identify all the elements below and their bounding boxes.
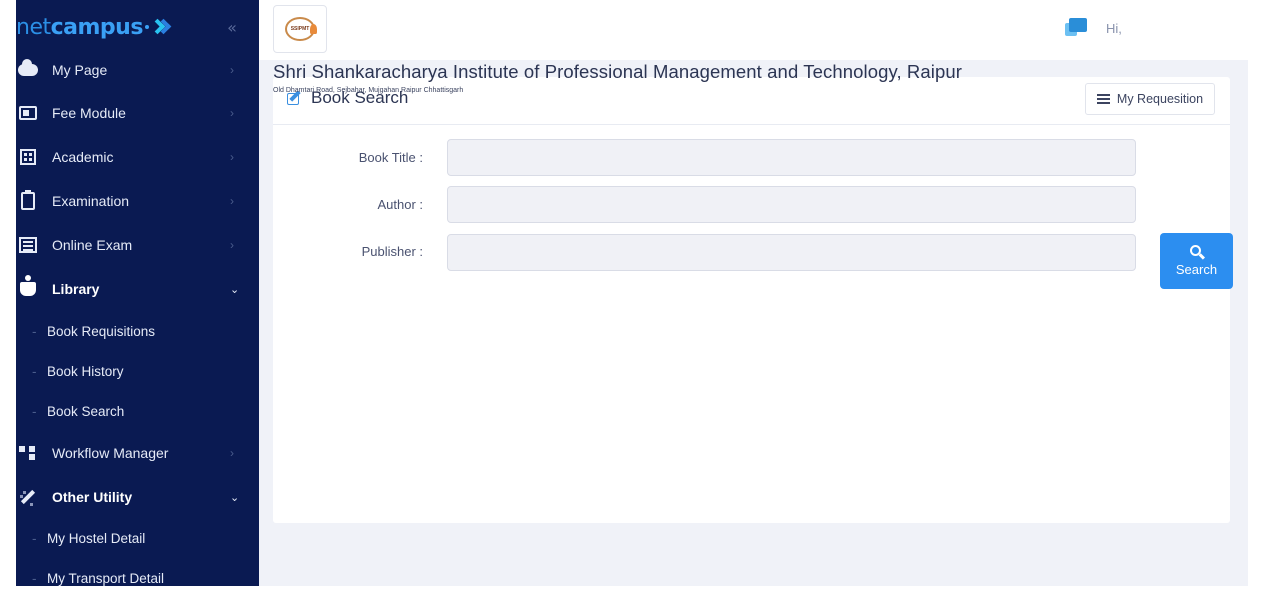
publisher-label: Publisher : — [361, 244, 423, 259]
sidebar-item-label: Online Exam — [52, 237, 133, 253]
sidebar-subitem-label: My Transport Detail — [47, 570, 165, 586]
search-button[interactable]: Search — [1160, 233, 1233, 289]
user-screen-icon[interactable] — [1065, 18, 1089, 40]
user-greeting[interactable]: Hi, — [1106, 21, 1122, 36]
search-button-label: Search — [1175, 262, 1218, 277]
chevron-right-icon: › — [230, 150, 234, 164]
sub-dash: - — [32, 363, 37, 379]
chevron-right-icon: › — [230, 446, 234, 460]
sub-dash: - — [32, 570, 37, 586]
institute-logo[interactable]: SSIPMT — [273, 5, 327, 53]
author-input[interactable] — [447, 186, 1136, 223]
sidebar-item-examination[interactable]: Examination › — [16, 181, 259, 221]
workflow-icon — [18, 443, 38, 463]
sidebar-subitem-book-search[interactable]: - Book Search — [16, 393, 259, 429]
chevron-right-icon: › — [230, 194, 234, 208]
sidebar-subitem-my-transport-detail[interactable]: - My Transport Detail — [16, 560, 259, 586]
sidebar-subitem-my-hostel-detail[interactable]: - My Hostel Detail — [16, 520, 259, 556]
chevron-right-icon: › — [230, 106, 234, 120]
my-requisition-button[interactable]: My Requesition — [1085, 83, 1215, 115]
sidebar-item-fee-module[interactable]: Fee Module › — [16, 93, 259, 133]
sidebar-item-other-utility[interactable]: Other Utility ⌄ — [16, 477, 259, 517]
search-icon — [1189, 245, 1205, 260]
sidebar-item-label: Library — [52, 281, 100, 297]
brand-net: net — [16, 14, 51, 40]
sidebar-item-label: Fee Module — [52, 105, 126, 121]
author-label: Author : — [377, 197, 423, 212]
institute-address: Old Dhamtari Road, Sejbahar, Mujgahan Ra… — [273, 87, 464, 94]
chevron-down-icon: ⌄ — [230, 491, 240, 504]
sidebar-subitem-label: My Hostel Detail — [47, 530, 146, 546]
sidebar-item-label: Workflow Manager — [52, 445, 169, 461]
book-search-card: Book Search My Requesition Book Title : … — [273, 77, 1233, 523]
chevron-down-icon: ⌄ — [230, 283, 240, 296]
sidebar-subitem-book-requisitions[interactable]: - Book Requisitions — [16, 313, 259, 349]
app-root: net campus « My Page › Fee Module › Acade… — [16, 0, 1248, 586]
lamp-icon — [310, 24, 317, 34]
sub-dash: - — [32, 530, 37, 546]
netcampus-logo[interactable]: net campus — [16, 10, 172, 44]
sidebar-subitem-label: Book Search — [47, 403, 125, 419]
collapse-sidebar-button[interactable]: « — [222, 18, 242, 38]
list-screen-icon — [18, 235, 38, 255]
sub-dash: - — [32, 323, 37, 339]
academic-icon — [18, 147, 38, 167]
institute-name: Shri Shankaracharya Institute of Profess… — [273, 61, 963, 82]
topbar: SSIPMT Hi, — [259, 0, 1248, 60]
list-icon — [1096, 94, 1110, 104]
sidebar-item-library[interactable]: Library ⌄ — [16, 269, 259, 309]
chevron-right-icon: › — [230, 238, 234, 252]
reader-icon — [18, 275, 38, 299]
sidebar-item-label: Examination — [52, 193, 130, 209]
cloud-icon — [18, 59, 38, 80]
book-title-label: Book Title : — [358, 150, 423, 165]
chevron-right-icon: › — [230, 63, 234, 77]
sidebar-item-label: My Page — [52, 62, 108, 78]
wand-icon — [18, 487, 38, 507]
sidebar-item-my-page[interactable]: My Page › — [16, 50, 259, 90]
card-header: Book Search My Requesition — [273, 77, 1230, 125]
sidebar-subitem-label: Book Requisitions — [47, 323, 156, 339]
sidebar-subitem-label: Book History — [47, 363, 124, 379]
brand-campus: campus — [50, 14, 144, 40]
sidebar-subitem-book-history[interactable]: - Book History — [16, 353, 259, 389]
sidebar: net campus « My Page › Fee Module › Acade… — [16, 0, 259, 586]
clipboard-icon — [18, 190, 38, 211]
sidebar-item-label: Other Utility — [52, 489, 133, 505]
sub-dash: - — [32, 403, 37, 419]
publisher-input[interactable] — [447, 234, 1136, 271]
book-title-input[interactable] — [447, 139, 1136, 176]
sidebar-item-academic[interactable]: Academic › — [16, 137, 259, 177]
brand-arrows-icon — [144, 17, 172, 37]
my-requisition-label: My Requesition — [1116, 92, 1204, 106]
sidebar-item-online-exam[interactable]: Online Exam › — [16, 225, 259, 265]
sidebar-item-workflow-manager[interactable]: Workflow Manager › — [16, 433, 259, 473]
fee-icon — [18, 103, 38, 123]
sidebar-item-label: Academic — [52, 149, 114, 165]
